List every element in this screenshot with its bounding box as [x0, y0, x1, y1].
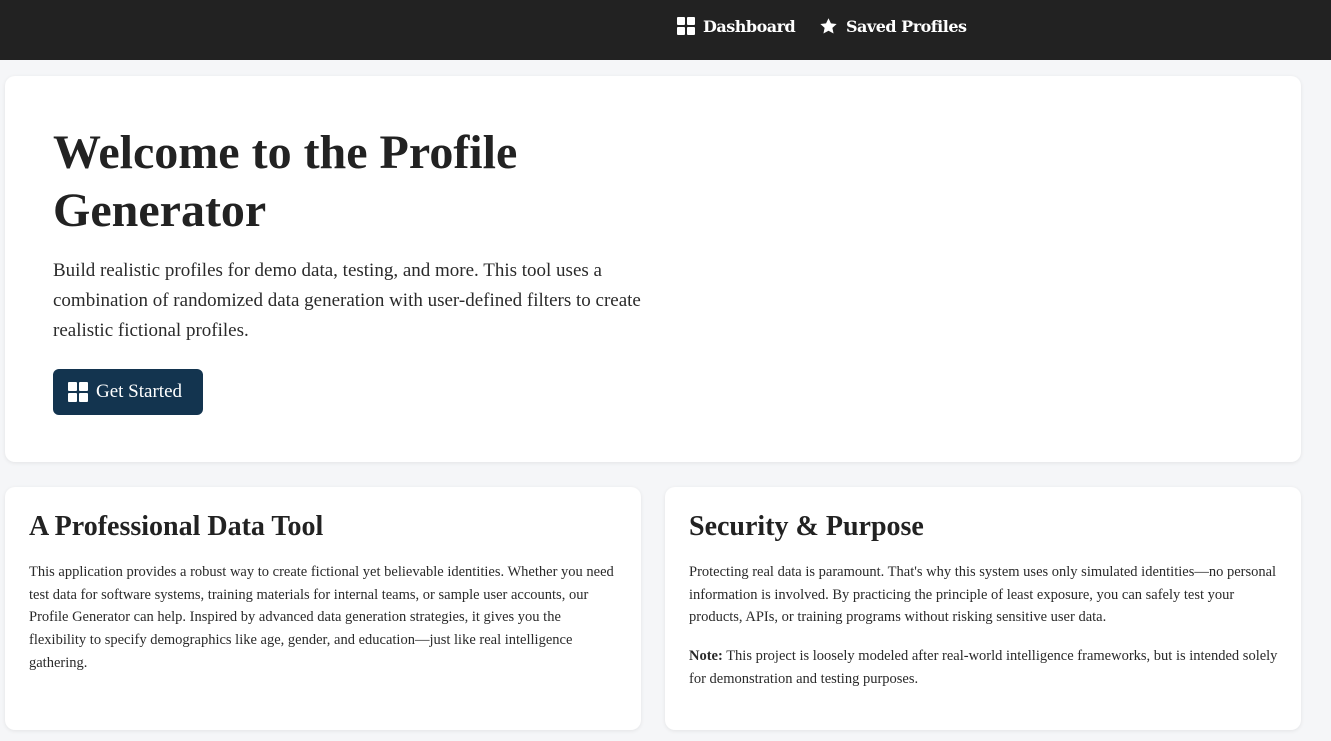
professional-tool-card: A Professional Data Tool This applicatio…	[5, 487, 641, 730]
nav-dashboard-label: Dashboard	[703, 16, 796, 36]
get-started-button[interactable]: Get Started	[53, 369, 203, 415]
get-started-label: Get Started	[96, 381, 183, 402]
card-body: Protecting real data is paramount. That'…	[689, 561, 1279, 707]
card-paragraph: Protecting real data is paramount. That'…	[689, 564, 1277, 626]
hero-card: Welcome to the Profile Generator Build r…	[5, 76, 1301, 462]
card-body: This application provides a robust way t…	[29, 561, 619, 691]
grid-icon	[68, 382, 88, 402]
hero-title: Welcome to the Profile Generator	[53, 126, 518, 237]
hero-description: Build realistic profiles for demo data, …	[53, 260, 641, 341]
card-paragraph: This application provides a robust way t…	[29, 564, 614, 671]
card-title: Security & Purpose	[689, 511, 924, 542]
note-text: This project is loosely modeled after re…	[689, 648, 1278, 687]
security-purpose-card: Security & Purpose Protecting real data …	[665, 487, 1301, 730]
top-navbar: Dashboard Saved Profiles	[0, 0, 1331, 60]
nav-dashboard-link[interactable]: Dashboard	[677, 0, 796, 52]
star-icon	[820, 17, 837, 34]
grid-icon	[677, 17, 695, 35]
note-label: Note:	[689, 648, 723, 665]
nav-saved-profiles-link[interactable]: Saved Profiles	[819, 0, 967, 52]
card-title: A Professional Data Tool	[29, 511, 324, 542]
nav-saved-profiles-label: Saved Profiles	[846, 16, 967, 36]
note-paragraph: Note: This project is loosely modeled af…	[689, 645, 1279, 690]
